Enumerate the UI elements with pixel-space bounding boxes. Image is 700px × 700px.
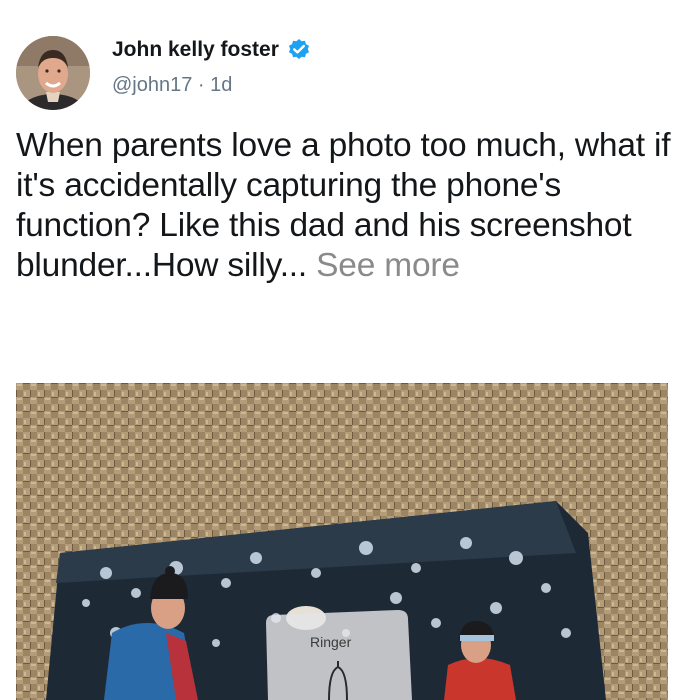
avatar-image <box>16 36 90 110</box>
see-more-link[interactable]: See more <box>316 247 460 284</box>
post-photo[interactable]: Ringer <box>16 383 668 700</box>
author-name[interactable]: John kelly foster <box>112 38 279 62</box>
author-row: John kelly foster <box>112 38 311 62</box>
ringer-label: Ringer <box>310 634 352 650</box>
post-time[interactable]: 1d <box>210 74 232 96</box>
verified-badge-icon <box>287 38 311 62</box>
post-meta: @john17 · 1d <box>112 74 232 97</box>
meta-separator: · <box>192 74 211 96</box>
post-header: John kelly foster @john17 · 1d <box>16 36 686 116</box>
post-text: When parents love a photo too much, what… <box>16 126 690 286</box>
ringer-overlay: Ringer <box>266 610 412 700</box>
avatar[interactable] <box>16 36 90 110</box>
author-handle[interactable]: @john17 <box>112 74 192 96</box>
